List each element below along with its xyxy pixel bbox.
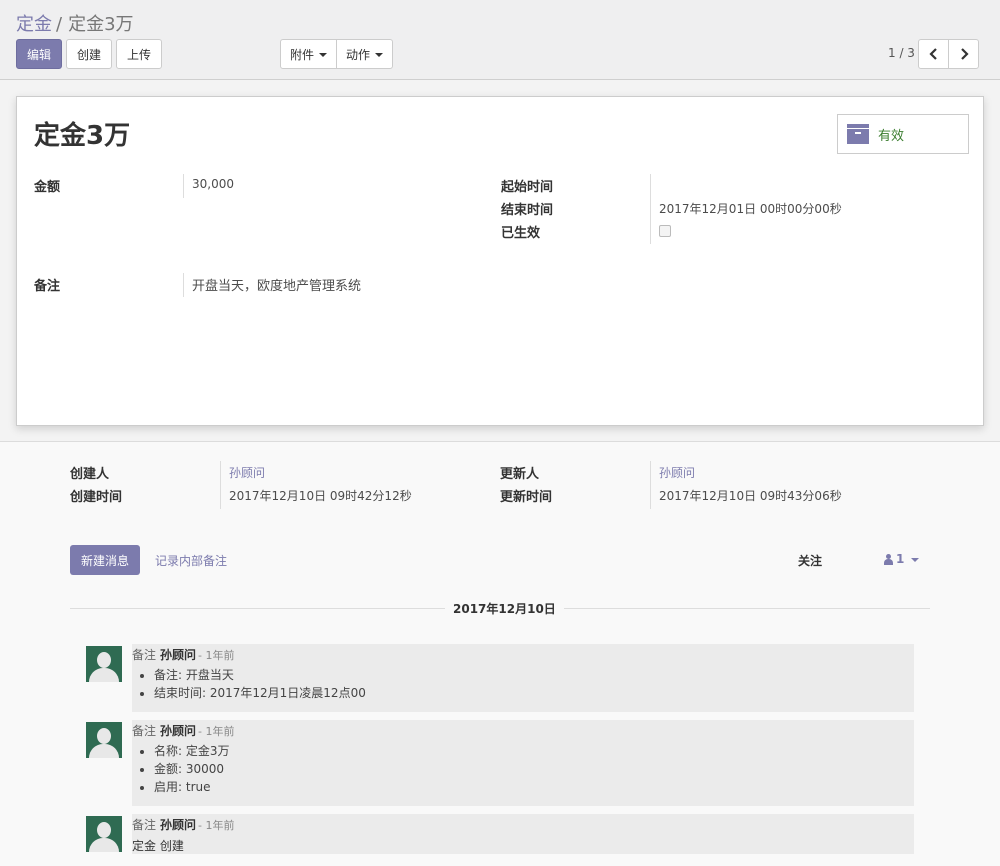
chevron-right-icon <box>960 48 969 60</box>
form-sheet: 定金3万 有效 金额 30,000 起始时间 结束时间 2017年12月01日 … <box>16 96 984 426</box>
effective-checkbox[interactable] <box>659 225 671 237</box>
message-header: 备注 孙顾问 - 1年前 <box>132 816 235 833</box>
date-separator-label: 2017年12月10日 <box>445 600 564 617</box>
end-time-label: 结束时间 <box>501 203 554 218</box>
pager-value: 1 / 3 <box>888 46 915 60</box>
followers-dropdown[interactable]: 1 <box>884 552 920 566</box>
message-tracking-list: 备注: 开盘当天 结束时间: 2017年12月1日凌晨12点00 <box>154 666 366 702</box>
caret-down-icon <box>911 558 920 562</box>
amount-label: 金额 <box>34 180 61 195</box>
action-dropdown[interactable]: 动作 <box>336 39 393 69</box>
user-icon <box>884 553 893 565</box>
breadcrumb: 定金 / 定金3万 <box>16 10 134 36</box>
chevron-left-icon <box>928 48 937 60</box>
field-separator <box>183 273 184 297</box>
followers-count: 1 <box>896 552 905 566</box>
list-item: 金额: 30000 <box>154 760 230 778</box>
updated-by-label: 更新人 <box>500 467 540 482</box>
pager-previous-button[interactable] <box>918 39 949 69</box>
created-on-value: 2017年12月10日 09时42分12秒 <box>229 489 412 503</box>
created-by-value[interactable]: 孙顾问 <box>229 464 265 481</box>
breadcrumb-parent-link[interactable]: 定金 <box>16 14 52 35</box>
amount-value: 30,000 <box>192 177 234 191</box>
control-panel: 定金 / 定金3万 编辑 创建 上传 附件 动作 1 / 3 <box>0 0 1000 80</box>
field-separator <box>650 174 651 244</box>
message-type: 备注 <box>132 818 157 832</box>
message-item: 备注孙顾问- 1年前 备注: 开盘当天 结束时间: 2017年12月1日凌晨12… <box>132 644 914 712</box>
list-item: 启用: true <box>154 778 230 796</box>
follow-button[interactable]: 关注 <box>798 552 822 569</box>
start-time-label: 起始时间 <box>501 180 554 195</box>
field-separator <box>650 461 651 509</box>
message-author[interactable]: 孙顾问 <box>160 648 196 662</box>
pager-next-button[interactable] <box>948 39 979 69</box>
message-time: - 1年前 <box>198 725 235 738</box>
avatar[interactable] <box>86 646 122 682</box>
caret-down-icon <box>319 53 327 57</box>
list-item: 备注: 开盘当天 <box>154 666 366 684</box>
upload-button[interactable]: 上传 <box>116 39 162 69</box>
message-tracking-list: 名称: 定金3万 金额: 30000 启用: true <box>154 742 230 796</box>
log-note-link[interactable]: 记录内部备注 <box>155 552 227 569</box>
breadcrumb-current: 定金3万 <box>68 14 134 35</box>
note-label: 备注 <box>34 279 61 294</box>
message-type: 备注 <box>132 724 157 738</box>
effective-label: 已生效 <box>501 226 541 241</box>
message-author[interactable]: 孙顾问 <box>160 818 196 832</box>
create-button[interactable]: 创建 <box>66 39 112 69</box>
breadcrumb-separator: / <box>56 14 63 35</box>
updated-on-label: 更新时间 <box>500 490 553 505</box>
avatar[interactable] <box>86 722 122 758</box>
field-separator <box>183 174 184 198</box>
message-type: 备注 <box>132 648 157 662</box>
avatar[interactable] <box>86 816 122 852</box>
caret-down-icon <box>375 53 383 57</box>
message-time: - 1年前 <box>198 819 235 832</box>
created-by-label: 创建人 <box>70 467 110 482</box>
edit-button[interactable]: 编辑 <box>16 39 62 69</box>
active-status-label: 有效 <box>878 128 905 144</box>
updated-on-value: 2017年12月10日 09时43分06秒 <box>659 489 842 503</box>
message-time: - 1年前 <box>198 649 235 662</box>
updated-by-value[interactable]: 孙顾问 <box>659 464 695 481</box>
field-separator <box>220 461 221 509</box>
message-item: 备注孙顾问- 1年前 名称: 定金3万 金额: 30000 启用: true <box>132 720 914 806</box>
message-item: 备注 孙顾问 - 1年前 定金 创建 <box>132 814 914 854</box>
list-item: 结束时间: 2017年12月1日凌晨12点00 <box>154 684 366 702</box>
message-header: 备注 孙顾问 - 1年前 <box>132 646 235 663</box>
list-item: 名称: 定金3万 <box>154 742 230 760</box>
attachment-dropdown[interactable]: 附件 <box>280 39 337 69</box>
message-body: 定金 创建 <box>132 839 184 853</box>
archive-icon <box>847 124 869 144</box>
new-message-button[interactable]: 新建消息 <box>70 545 140 575</box>
active-toggle-button[interactable]: 有效 <box>837 114 969 154</box>
message-author[interactable]: 孙顾问 <box>160 724 196 738</box>
attachment-dropdown-label: 附件 <box>289 47 314 62</box>
message-header: 备注 孙顾问 - 1年前 <box>132 722 235 739</box>
note-value: 开盘当天，欧度地产管理系统 <box>192 279 362 294</box>
created-on-label: 创建时间 <box>70 490 123 505</box>
record-title: 定金3万 <box>34 121 131 151</box>
end-time-value: 2017年12月01日 00时00分00秒 <box>659 202 842 216</box>
action-dropdown-label: 动作 <box>345 47 370 62</box>
